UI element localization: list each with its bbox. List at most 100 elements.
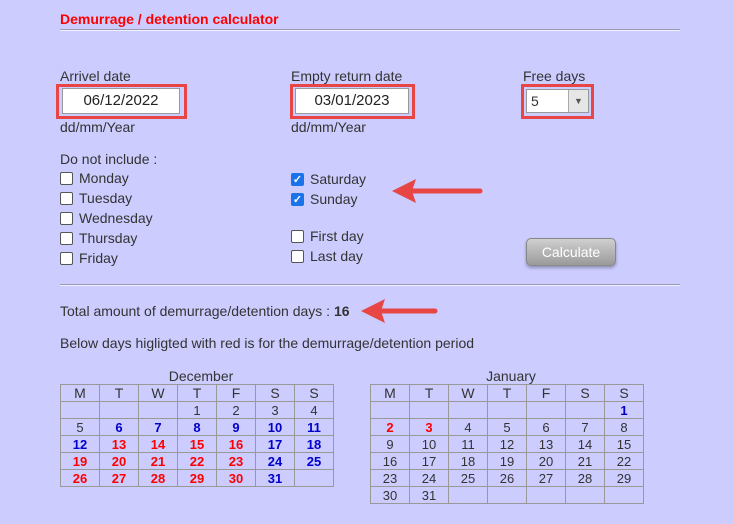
checkbox-icon[interactable] xyxy=(60,211,73,225)
calendar-day-cell: 22 xyxy=(604,452,644,470)
checkbox-saturday[interactable]: ✓ Saturday xyxy=(291,169,366,189)
checkbox-icon[interactable] xyxy=(60,191,73,205)
calendar-day-cell: 11 xyxy=(294,418,334,436)
checkbox-icon[interactable] xyxy=(60,251,73,265)
calendar-day-cell: 8 xyxy=(177,418,217,436)
calendar-day-cell: 3 xyxy=(409,418,449,436)
weekday-cell: T xyxy=(487,384,527,402)
checkbox-wednesday[interactable]: Wednesday xyxy=(60,208,153,228)
weekday-cell: M xyxy=(370,384,410,402)
checkbox-monday[interactable]: Monday xyxy=(60,168,153,188)
calendar-day-cell: 24 xyxy=(409,469,449,487)
calendar-day-cell: 5 xyxy=(487,418,527,436)
weekday-cell: F xyxy=(216,384,256,402)
weekday-header: MTWTFSS xyxy=(60,384,334,402)
calendar-day-cell: 21 xyxy=(565,452,605,470)
weekday-cell: W xyxy=(138,384,178,402)
calendar-day-cell: 16 xyxy=(216,435,256,453)
calendar-day-cell xyxy=(138,401,178,419)
calendar-day-cell: 14 xyxy=(138,435,178,453)
empty-return-format: dd/mm/Year xyxy=(291,119,366,135)
checkbox-tuesday[interactable]: Tuesday xyxy=(60,188,153,208)
calendar-day-cell: 25 xyxy=(448,469,488,487)
calendar-january: January MTWTFSS 1 2 3 4 5 6 7 8 9 10 11 12 13 14 15 16 1… xyxy=(370,368,652,504)
weekday-cell: S xyxy=(604,384,644,402)
weekday-cell: S xyxy=(255,384,295,402)
calendar-day-cell: 19 xyxy=(487,452,527,470)
calendar-day-cell: 22 xyxy=(177,452,217,470)
calendar-day-cell: 2 xyxy=(370,418,410,436)
calendar-week-row: 5 6 7 8 9 10 11 xyxy=(60,418,334,436)
calendar-day-cell: 13 xyxy=(526,435,566,453)
result-label: Total amount of demurrage/detention days… xyxy=(60,303,331,319)
calendar-day-cell: 3 xyxy=(255,401,295,419)
calendar-day-cell xyxy=(60,401,100,419)
calendar-day-cell: 9 xyxy=(216,418,256,436)
result-divider xyxy=(60,284,680,286)
calendar-day-cell: 24 xyxy=(255,452,295,470)
calendar-day-cell: 28 xyxy=(565,469,605,487)
calendar-day-cell: 29 xyxy=(604,469,644,487)
calendar-week-row: 2345678 xyxy=(370,418,644,436)
checkbox-icon[interactable] xyxy=(291,229,304,243)
arrive-date-input[interactable]: 06/12/2022 xyxy=(62,88,180,114)
calendar-day-cell: 6 xyxy=(526,418,566,436)
weekday-header: MTWTFSS xyxy=(370,384,644,402)
calendar-day-cell: 5 xyxy=(60,418,100,436)
calendar-day-cell: 8 xyxy=(604,418,644,436)
calendar-day-cell xyxy=(448,486,488,504)
checkbox-friday[interactable]: Friday xyxy=(60,248,153,268)
free-days-label: Free days xyxy=(523,68,586,84)
calendar-day-cell: 23 xyxy=(370,469,410,487)
calendar-day-cell: 9 xyxy=(370,435,410,453)
weekday-cell: W xyxy=(448,384,488,402)
calendar-day-cell: 12 xyxy=(60,435,100,453)
checkbox-icon[interactable] xyxy=(291,249,304,263)
calendar-day-cell: 1 xyxy=(177,401,217,419)
calendar-week-row: 26 27 28 29 30 31 xyxy=(60,469,334,487)
calendar-week-row: 9 10 11 12 13 14 15 xyxy=(370,435,644,453)
dropdown-arrow-icon[interactable]: ▼ xyxy=(568,90,588,112)
calendar-day-cell xyxy=(409,401,449,419)
calendar-grid: MTWTFSS 1 2 3 4 5 6 7 8 9 10 11 12 13 14 15 16 17 18 19 20 2… xyxy=(370,384,644,504)
checkmark-icon[interactable]: ✓ xyxy=(291,192,304,206)
calendar-day-cell: 2 xyxy=(216,401,256,419)
calendar-day-cell: 21 xyxy=(138,452,178,470)
calendar-day-cell: 7 xyxy=(565,418,605,436)
calendar-week-row: 12 13 14 15 16 17 18 xyxy=(60,435,334,453)
checkmark-icon[interactable]: ✓ xyxy=(291,172,304,186)
checkbox-sunday[interactable]: ✓ Sunday xyxy=(291,189,366,209)
calendar-month-title: December xyxy=(168,368,234,384)
weekend-checkboxes: ✓ Saturday ✓ Sunday xyxy=(291,169,366,209)
checkbox-icon[interactable] xyxy=(60,171,73,185)
checkbox-last-day[interactable]: Last day xyxy=(291,246,364,266)
calendar-day-cell: 11 xyxy=(448,435,488,453)
calendar-week-row: 1 xyxy=(370,401,644,419)
empty-return-input[interactable]: 03/01/2023 xyxy=(295,88,409,114)
calendar-day-cell: 10 xyxy=(409,435,449,453)
calendar-week-row: 23 24 25 26 27 28 29 xyxy=(370,469,644,487)
calendar-day-cell: 23 xyxy=(216,452,256,470)
calendar-day-cell xyxy=(565,401,605,419)
arrow-result-icon xyxy=(361,299,438,323)
calendar-week-row: 19 20 21 22 23 24 25 xyxy=(60,452,334,470)
weekday-cell: T xyxy=(409,384,449,402)
calendar-day-cell: 6 xyxy=(99,418,139,436)
calendar-day-cell: 17 xyxy=(409,452,449,470)
calendar-day-cell xyxy=(448,401,488,419)
calendar-day-cell: 20 xyxy=(526,452,566,470)
calendar-day-cell xyxy=(604,486,644,504)
checkbox-thursday[interactable]: Thursday xyxy=(60,228,153,248)
calculate-button[interactable]: Calculate xyxy=(526,238,616,266)
free-days-select[interactable]: 5 ▼ xyxy=(526,89,589,113)
calendar-day-cell: 25 xyxy=(294,452,334,470)
checkbox-icon[interactable] xyxy=(60,231,73,245)
weekday-cell: T xyxy=(177,384,217,402)
calendar-day-cell: 7 xyxy=(138,418,178,436)
weekday-cell: F xyxy=(526,384,566,402)
calendar-day-cell xyxy=(487,486,527,504)
checkbox-first-day[interactable]: First day xyxy=(291,226,364,246)
weekday-cell: S xyxy=(294,384,334,402)
calendar-day-cell: 30 xyxy=(216,469,256,487)
calendar-day-cell: 28 xyxy=(138,469,178,487)
